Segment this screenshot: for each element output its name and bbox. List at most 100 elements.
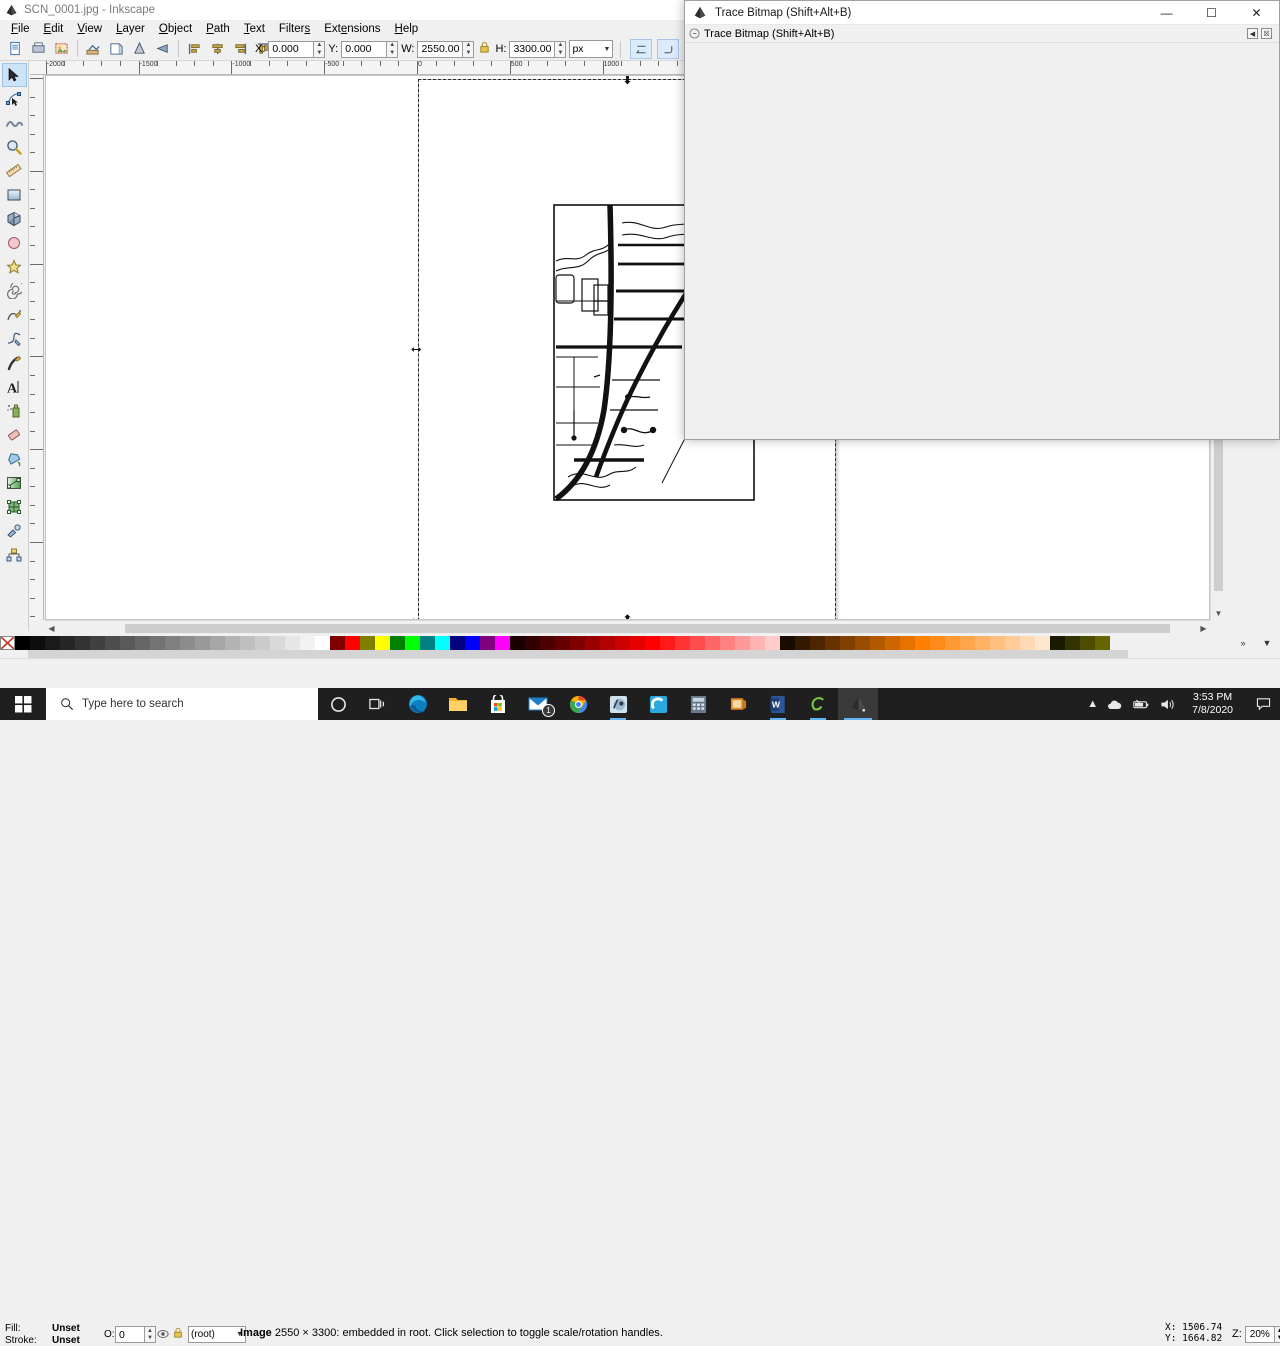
tray-expand-icon[interactable]: ▲ (1087, 698, 1098, 710)
palette-swatch[interactable] (165, 636, 180, 650)
box3d-tool[interactable] (2, 207, 27, 231)
close-button[interactable]: ✕ (1234, 1, 1279, 25)
y-stepper[interactable]: ▲ ▼ (387, 40, 399, 58)
opacity-stepper[interactable]: ▲ ▼ (145, 1326, 156, 1343)
palette-swatch[interactable] (960, 636, 975, 650)
palette-swatch[interactable] (600, 636, 615, 650)
selection-handle-corner-br[interactable]: ⭢ (830, 613, 840, 619)
palette-swatch[interactable] (945, 636, 960, 650)
measure-tool[interactable] (2, 159, 27, 183)
palette-swatch[interactable] (345, 636, 360, 650)
palette-none-swatch[interactable] (0, 636, 15, 650)
text-tool[interactable]: A (2, 375, 27, 399)
vertical-ruler[interactable] (30, 75, 44, 620)
palette-swatch[interactable] (150, 636, 165, 650)
palette-swatch[interactable] (255, 636, 270, 650)
tray-volume-icon[interactable] (1159, 698, 1175, 711)
units-select[interactable]: px ▼ (569, 40, 614, 58)
taskbar-clock[interactable]: 3:53 PM 7/8/2020 (1184, 691, 1241, 717)
palette-swatch[interactable] (30, 636, 45, 650)
w-spinner[interactable]: ▲▼ (417, 40, 475, 58)
spray-tool[interactable] (2, 399, 27, 423)
palette-swatch[interactable] (720, 636, 735, 650)
palette-swatch[interactable] (885, 636, 900, 650)
palette-swatch[interactable] (435, 636, 450, 650)
layer-lock-icon[interactable] (173, 1327, 183, 1342)
palette-swatch[interactable] (540, 636, 555, 650)
palette-swatch[interactable] (570, 636, 585, 650)
spiral-tool[interactable] (2, 279, 27, 303)
palette-swatch[interactable] (675, 636, 690, 650)
opacity-input[interactable] (115, 1326, 145, 1343)
pencil-tool[interactable] (2, 303, 27, 327)
palette-swatch[interactable] (285, 636, 300, 650)
x-spinner[interactable]: ▲▼ (268, 40, 326, 58)
palette-scroll-right-button[interactable]: » (1232, 636, 1254, 650)
menu-item-extensions[interactable]: Extensions (317, 22, 387, 36)
menu-item-file[interactable]: FFileile (4, 22, 37, 36)
taskbar-mail-icon[interactable]: 1 (518, 688, 558, 720)
taskbar-task-view-icon[interactable] (358, 688, 398, 720)
print-button[interactable] (28, 38, 49, 59)
eraser-tool[interactable] (2, 423, 27, 447)
import-button[interactable] (51, 38, 72, 59)
palette-swatch[interactable] (1080, 636, 1095, 650)
zoom-input[interactable] (1244, 1326, 1275, 1343)
palette-swatch[interactable] (750, 636, 765, 650)
align-left-button[interactable] (184, 38, 205, 59)
y-spinner[interactable]: ▲▼ (341, 40, 399, 58)
palette-swatch[interactable] (105, 636, 120, 650)
palette-swatch[interactable] (915, 636, 930, 650)
h-input[interactable] (509, 40, 556, 58)
palette-swatch[interactable] (795, 636, 810, 650)
palette-swatch[interactable] (480, 636, 495, 650)
palette-swatch[interactable] (690, 636, 705, 650)
selection-handle-corner-tl[interactable]: ⭤ (411, 613, 421, 619)
menu-item-layer[interactable]: Layer (109, 22, 152, 36)
menu-item-help[interactable]: Help (388, 22, 426, 36)
palette-swatch[interactable] (420, 636, 435, 650)
palette-swatch[interactable] (840, 636, 855, 650)
taskbar-file-explorer-icon[interactable] (438, 688, 478, 720)
selection-handle-top[interactable]: ⬇ (622, 76, 633, 86)
new-document-button[interactable] (5, 38, 26, 59)
node-tool[interactable] (2, 87, 27, 111)
minimize-button[interactable]: — (1144, 1, 1189, 25)
layer-select[interactable]: (root) ▼ (188, 1326, 246, 1343)
affect-rounded-corners-toggle[interactable] (657, 39, 680, 59)
palette-swatch[interactable] (705, 636, 720, 650)
palette-swatch[interactable] (330, 636, 345, 650)
palette-swatch[interactable] (15, 636, 30, 650)
palette-swatch[interactable] (810, 636, 825, 650)
menu-item-filters[interactable]: Filters (272, 22, 317, 36)
palette-swatch[interactable] (930, 636, 945, 650)
tweak-tool[interactable] (2, 111, 27, 135)
palette-swatch[interactable] (525, 636, 540, 650)
palette-swatch[interactable] (465, 636, 480, 650)
ellipse-tool[interactable] (2, 231, 27, 255)
scroll-left-arrow[interactable]: ◀ (45, 621, 58, 636)
palette-swatch[interactable] (495, 636, 510, 650)
palette-swatch[interactable] (180, 636, 195, 650)
action-center-button[interactable] (1250, 697, 1276, 711)
palette-swatch[interactable] (195, 636, 210, 650)
taskbar-chrome-icon[interactable] (558, 688, 598, 720)
selector-tool[interactable] (1, 63, 27, 87)
palette-swatch[interactable] (900, 636, 915, 650)
palette-swatch[interactable] (375, 636, 390, 650)
taskbar-photoshop-icon[interactable] (598, 688, 638, 720)
rectangle-tool[interactable] (2, 183, 27, 207)
y-input[interactable] (341, 40, 388, 58)
flip-button[interactable] (152, 38, 173, 59)
palette-swatch[interactable] (1050, 636, 1065, 650)
h-stepper[interactable]: ▲ ▼ (555, 40, 567, 58)
affect-stroke-width-toggle[interactable] (630, 39, 653, 59)
tray-battery-icon[interactable] (1132, 699, 1150, 710)
calligraphy-tool[interactable] (2, 351, 27, 375)
taskbar-green-c-icon[interactable] (798, 688, 838, 720)
palette-swatch[interactable] (1065, 636, 1080, 650)
palette-swatch[interactable] (360, 636, 375, 650)
start-button[interactable] (0, 688, 46, 720)
palette-swatch[interactable] (210, 636, 225, 650)
palette-swatch[interactable] (645, 636, 660, 650)
